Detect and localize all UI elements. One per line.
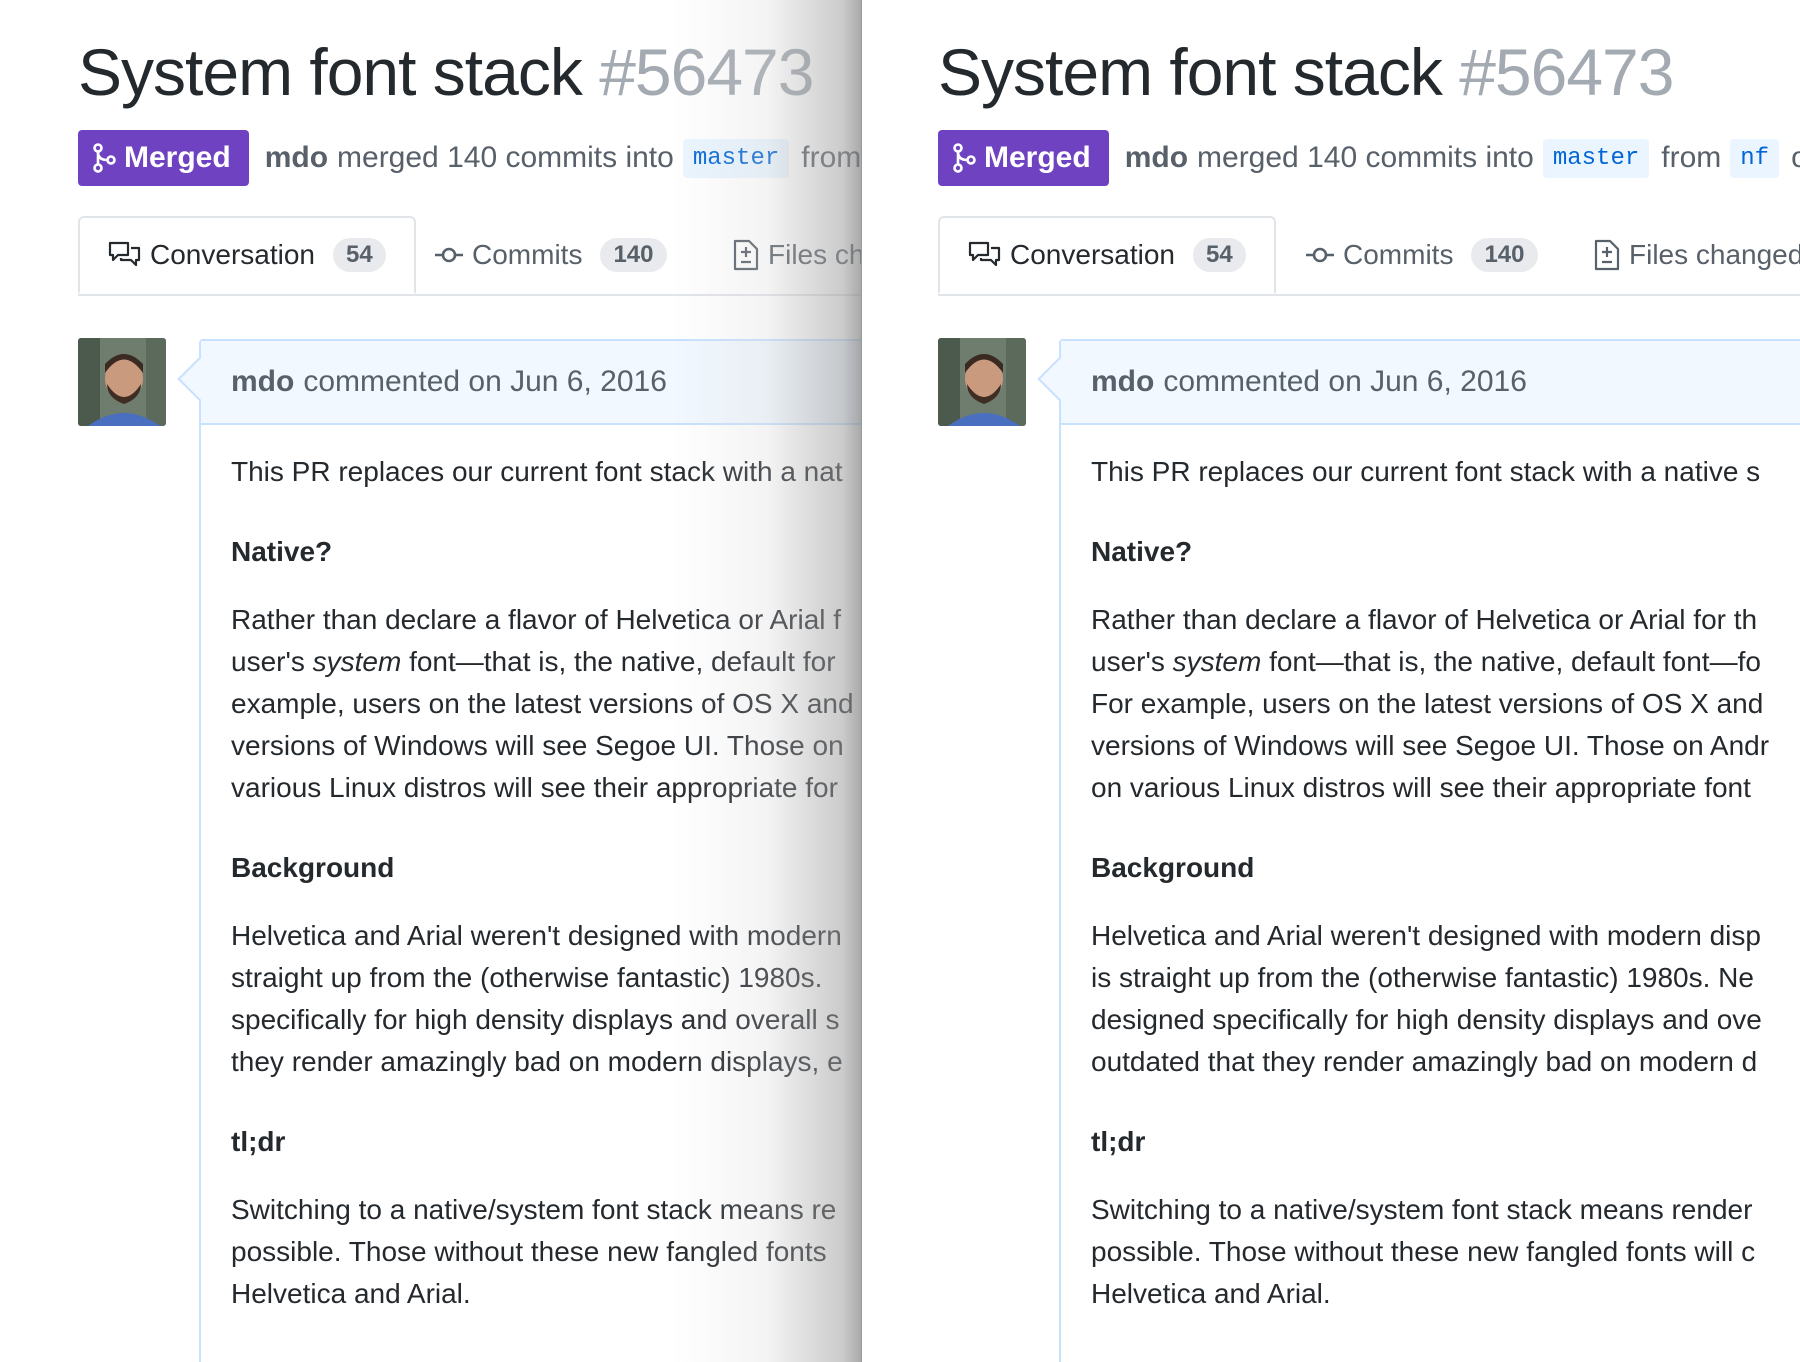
- pr-meta: Merged mdo merged 140 commits into maste…: [78, 130, 862, 186]
- comment-discussion-icon: [968, 241, 1001, 267]
- comment-author-link[interactable]: mdo: [1091, 365, 1154, 399]
- intro-paragraph: This PR replaces our current font stack …: [1091, 456, 1761, 487]
- diff-icon: [1594, 239, 1620, 271]
- tldr-paragraph: Switching to a native/system font stack …: [1091, 1194, 1756, 1309]
- intro-paragraph: This PR replaces our current font stack …: [231, 456, 843, 487]
- tldr-paragraph: Switching to a native/system font stack …: [231, 1194, 837, 1309]
- heading-native: Native?: [1091, 536, 1193, 567]
- comment-body: This PR replaces our current font stack …: [201, 425, 862, 1315]
- conversation-count: 54: [1192, 238, 1246, 272]
- right-pane: System font stack #56473 Merged mdo merg…: [862, 0, 1800, 1362]
- pr-number: #56473: [599, 35, 814, 109]
- comment-timestamp: commented on Jun 6, 2016: [1163, 365, 1527, 398]
- background-paragraph: Helvetica and Arial weren't designed wit…: [1091, 920, 1762, 1077]
- pr-title: System font stack #56473: [78, 34, 814, 110]
- pr-meta: Merged mdo merged 140 commits into maste…: [938, 130, 1800, 186]
- heading-native: Native?: [231, 536, 333, 567]
- conversation-count: 54: [332, 238, 386, 272]
- comment-discussion-icon: [108, 241, 141, 267]
- tab-commits-label: Commits: [1343, 239, 1454, 270]
- merged-badge: Merged: [78, 130, 249, 186]
- merged-text: merged 140 commits into: [337, 141, 674, 174]
- comment-body: This PR replaces our current font stack …: [1061, 425, 1800, 1315]
- native-paragraph: Rather than declare a flavor of Helvetic…: [1091, 604, 1770, 803]
- avatar-image: [938, 338, 1026, 426]
- pr-author-link[interactable]: mdo: [1125, 141, 1188, 175]
- heading-tldr: tl;dr: [231, 1126, 286, 1157]
- background-paragraph: Helvetica and Arial weren't designed wit…: [231, 920, 843, 1077]
- tab-conversation-label: Conversation: [150, 239, 315, 270]
- tab-files-label: Files changed: [1629, 239, 1800, 270]
- head-branch[interactable]: nf: [1730, 138, 1780, 178]
- avatar-image: [78, 338, 166, 426]
- base-branch[interactable]: master: [1542, 138, 1650, 178]
- comment-header: mdo commented on Jun 6, 2016: [201, 341, 862, 425]
- merged-label: Merged: [124, 141, 231, 174]
- pr-title-text: System font stack: [78, 35, 583, 109]
- pr-title-text: System font stack: [938, 35, 1443, 109]
- from-text: from: [1661, 141, 1722, 174]
- tab-files-changed[interactable]: Files changed: [1593, 216, 1800, 294]
- tab-conversation[interactable]: Conversation 54: [78, 216, 416, 294]
- tab-conversation-label: Conversation: [1010, 239, 1175, 270]
- merged-label: Merged: [984, 141, 1091, 174]
- git-commit-icon: [435, 247, 463, 263]
- comment-author-link[interactable]: mdo: [231, 365, 294, 399]
- avatar[interactable]: [78, 338, 166, 426]
- tab-files-label: Files ch: [768, 239, 862, 270]
- from-text: from: [801, 141, 862, 174]
- tab-conversation[interactable]: Conversation 54: [938, 216, 1276, 294]
- pr-title: System font stack #56473: [938, 34, 1674, 110]
- commits-count: 140: [1471, 238, 1538, 272]
- tab-commits[interactable]: Commits 140: [434, 216, 667, 294]
- heading-background: Background: [1091, 852, 1255, 883]
- comment-box: mdo commented on Jun 6, 2016 This PR rep…: [1059, 339, 1800, 1362]
- comment-timestamp: commented on Jun 6, 2016: [303, 365, 667, 398]
- native-paragraph: Rather than declare a flavor of Helvetic…: [231, 604, 854, 803]
- merged-badge: Merged: [938, 130, 1109, 186]
- tab-commits[interactable]: Commits 140: [1305, 216, 1538, 294]
- git-commit-icon: [1306, 247, 1334, 263]
- tab-files-changed[interactable]: Files ch: [732, 216, 862, 294]
- git-merge-icon: [953, 143, 976, 173]
- left-pane: System font stack #56473 Merged mdo merg…: [0, 0, 862, 1362]
- merged-text: merged 140 commits into: [1197, 141, 1534, 174]
- comment-header: mdo commented on Jun 6, 2016: [1061, 341, 1800, 425]
- pr-number: #56473: [1459, 35, 1674, 109]
- pr-tabs: Conversation 54 Commits 140 Files ch: [78, 216, 862, 296]
- base-branch[interactable]: master: [682, 138, 790, 178]
- heading-background: Background: [231, 852, 395, 883]
- commits-count: 140: [600, 238, 667, 272]
- pr-author-link[interactable]: mdo: [265, 141, 328, 175]
- diff-icon: [733, 239, 759, 271]
- pr-tabs: Conversation 54 Commits 140 Files change…: [938, 216, 1800, 296]
- comment-box: mdo commented on Jun 6, 2016 This PR rep…: [199, 339, 862, 1362]
- heading-tldr: tl;dr: [1091, 1126, 1146, 1157]
- tab-commits-label: Commits: [472, 239, 583, 270]
- on-text: on: [1791, 141, 1800, 174]
- avatar[interactable]: [938, 338, 1026, 426]
- git-merge-icon: [93, 143, 116, 173]
